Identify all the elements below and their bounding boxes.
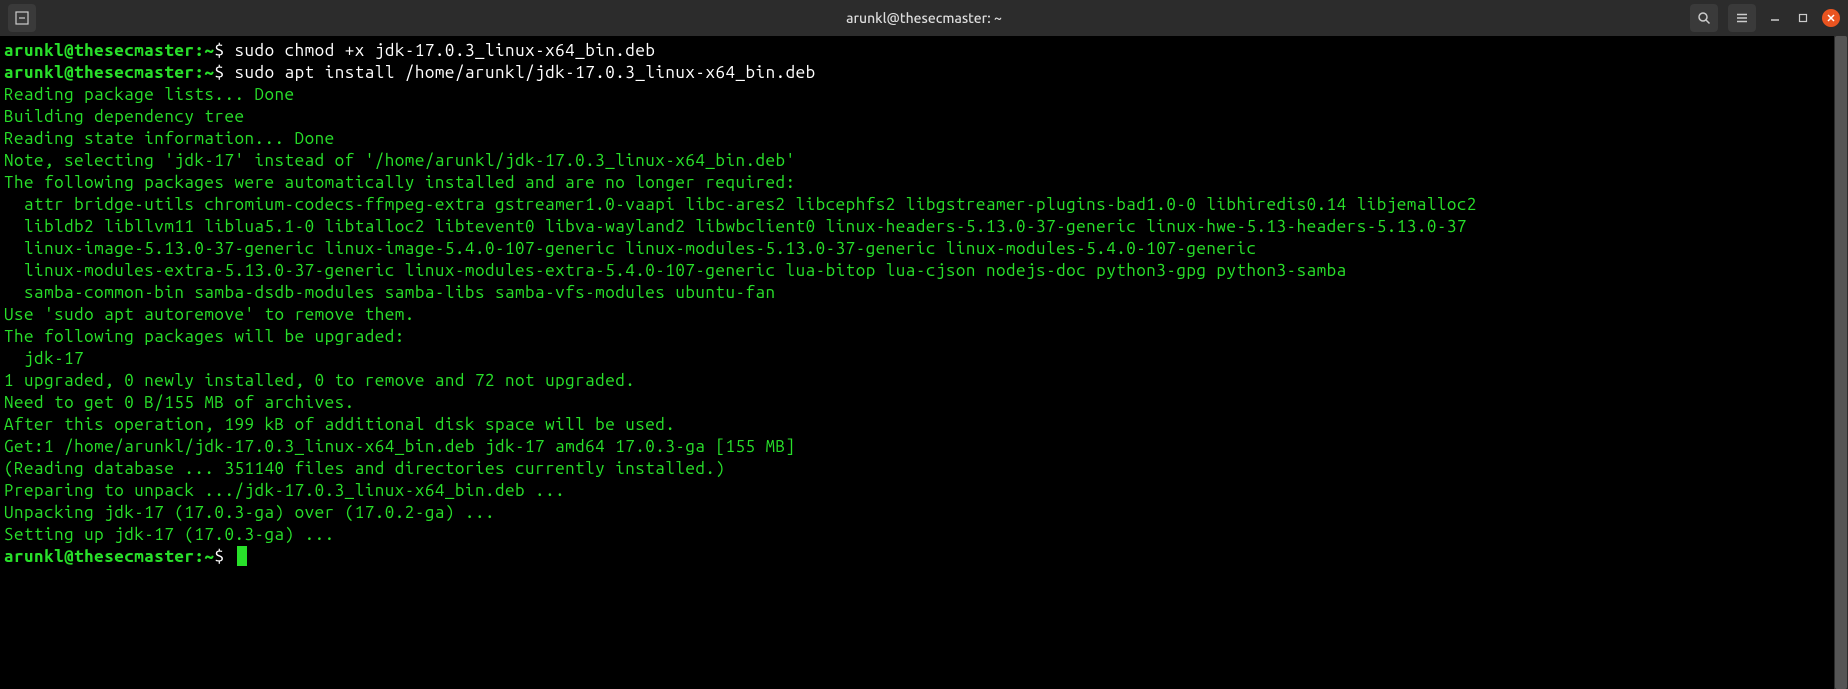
titlebar-right-controls [1690,4,1840,32]
terminal-area[interactable]: arunkl@thesecmaster:~$ sudo chmod +x jdk… [0,36,1848,689]
output-line: 1 upgraded, 0 newly installed, 0 to remo… [4,370,1844,392]
prompt-user-host: arunkl@thesecmaster [4,63,194,82]
prompt-dollar: $ [214,547,224,566]
terminal-content: arunkl@thesecmaster:~$ sudo chmod +x jdk… [4,40,1844,568]
prompt-separator: : [194,41,204,60]
search-icon [1697,11,1711,25]
prompt-dollar: $ [214,41,224,60]
prompt-user-host: arunkl@thesecmaster [4,547,194,566]
output-line: After this operation, 199 kB of addition… [4,414,1844,436]
prompt-separator: : [194,547,204,566]
prompt-path: ~ [204,547,214,566]
cursor [237,546,247,566]
prompt-line-2: arunkl@thesecmaster:~$ sudo apt install … [4,62,1844,84]
prompt-user-host: arunkl@thesecmaster [4,41,194,60]
vertical-scrollbar[interactable] [1834,36,1848,689]
menu-button[interactable] [1728,4,1756,32]
minimize-button[interactable] [1766,9,1784,27]
output-line: Unpacking jdk-17 (17.0.3-ga) over (17.0.… [4,502,1844,524]
output-line: The following packages will be upgraded: [4,326,1844,348]
command-1: sudo chmod +x jdk-17.0.3_linux-x64_bin.d… [235,41,656,60]
output-line: jdk-17 [4,348,1844,370]
close-button[interactable] [1822,9,1840,27]
output-block: Reading package lists... DoneBuilding de… [4,84,1844,546]
output-line: Reading state information... Done [4,128,1844,150]
output-line: Use 'sudo apt autoremove' to remove them… [4,304,1844,326]
output-line: linux-image-5.13.0-37-generic linux-imag… [4,238,1844,260]
output-line: Note, selecting 'jdk-17' instead of '/ho… [4,150,1844,172]
close-icon [1826,13,1836,23]
output-line: Setting up jdk-17 (17.0.3-ga) ... [4,524,1844,546]
prompt-line-3: arunkl@thesecmaster:~$ [4,546,1844,568]
titlebar-left-controls [8,4,36,32]
prompt-dollar: $ [214,63,224,82]
output-line: linux-modules-extra-5.13.0-37-generic li… [4,260,1844,282]
prompt-path: ~ [204,63,214,82]
prompt-path: ~ [204,41,214,60]
output-line: Need to get 0 B/155 MB of archives. [4,392,1844,414]
command-2: sudo apt install /home/arunkl/jdk-17.0.3… [235,63,816,82]
output-line: Get:1 /home/arunkl/jdk-17.0.3_linux-x64_… [4,436,1844,458]
minimize-icon [1770,13,1780,23]
new-tab-button[interactable] [8,4,36,32]
prompt-line-1: arunkl@thesecmaster:~$ sudo chmod +x jdk… [4,40,1844,62]
hamburger-icon [1735,11,1749,25]
output-line: samba-common-bin samba-dsdb-modules samb… [4,282,1844,304]
output-line: libldb2 libllvm11 liblua5.1-0 libtalloc2… [4,216,1844,238]
maximize-icon [1798,13,1808,23]
output-line: attr bridge-utils chromium-codecs-ffmpeg… [4,194,1844,216]
window-title: arunkl@thesecmaster: ~ [846,10,1002,26]
window-titlebar: arunkl@thesecmaster: ~ [0,0,1848,36]
output-line: Preparing to unpack .../jdk-17.0.3_linux… [4,480,1844,502]
output-line: Reading package lists... Done [4,84,1844,106]
output-line: (Reading database ... 351140 files and d… [4,458,1844,480]
prompt-separator: : [194,63,204,82]
output-line: Building dependency tree [4,106,1844,128]
output-line: The following packages were automaticall… [4,172,1844,194]
scrollbar-thumb[interactable] [1835,36,1847,689]
maximize-button[interactable] [1794,9,1812,27]
search-button[interactable] [1690,4,1718,32]
